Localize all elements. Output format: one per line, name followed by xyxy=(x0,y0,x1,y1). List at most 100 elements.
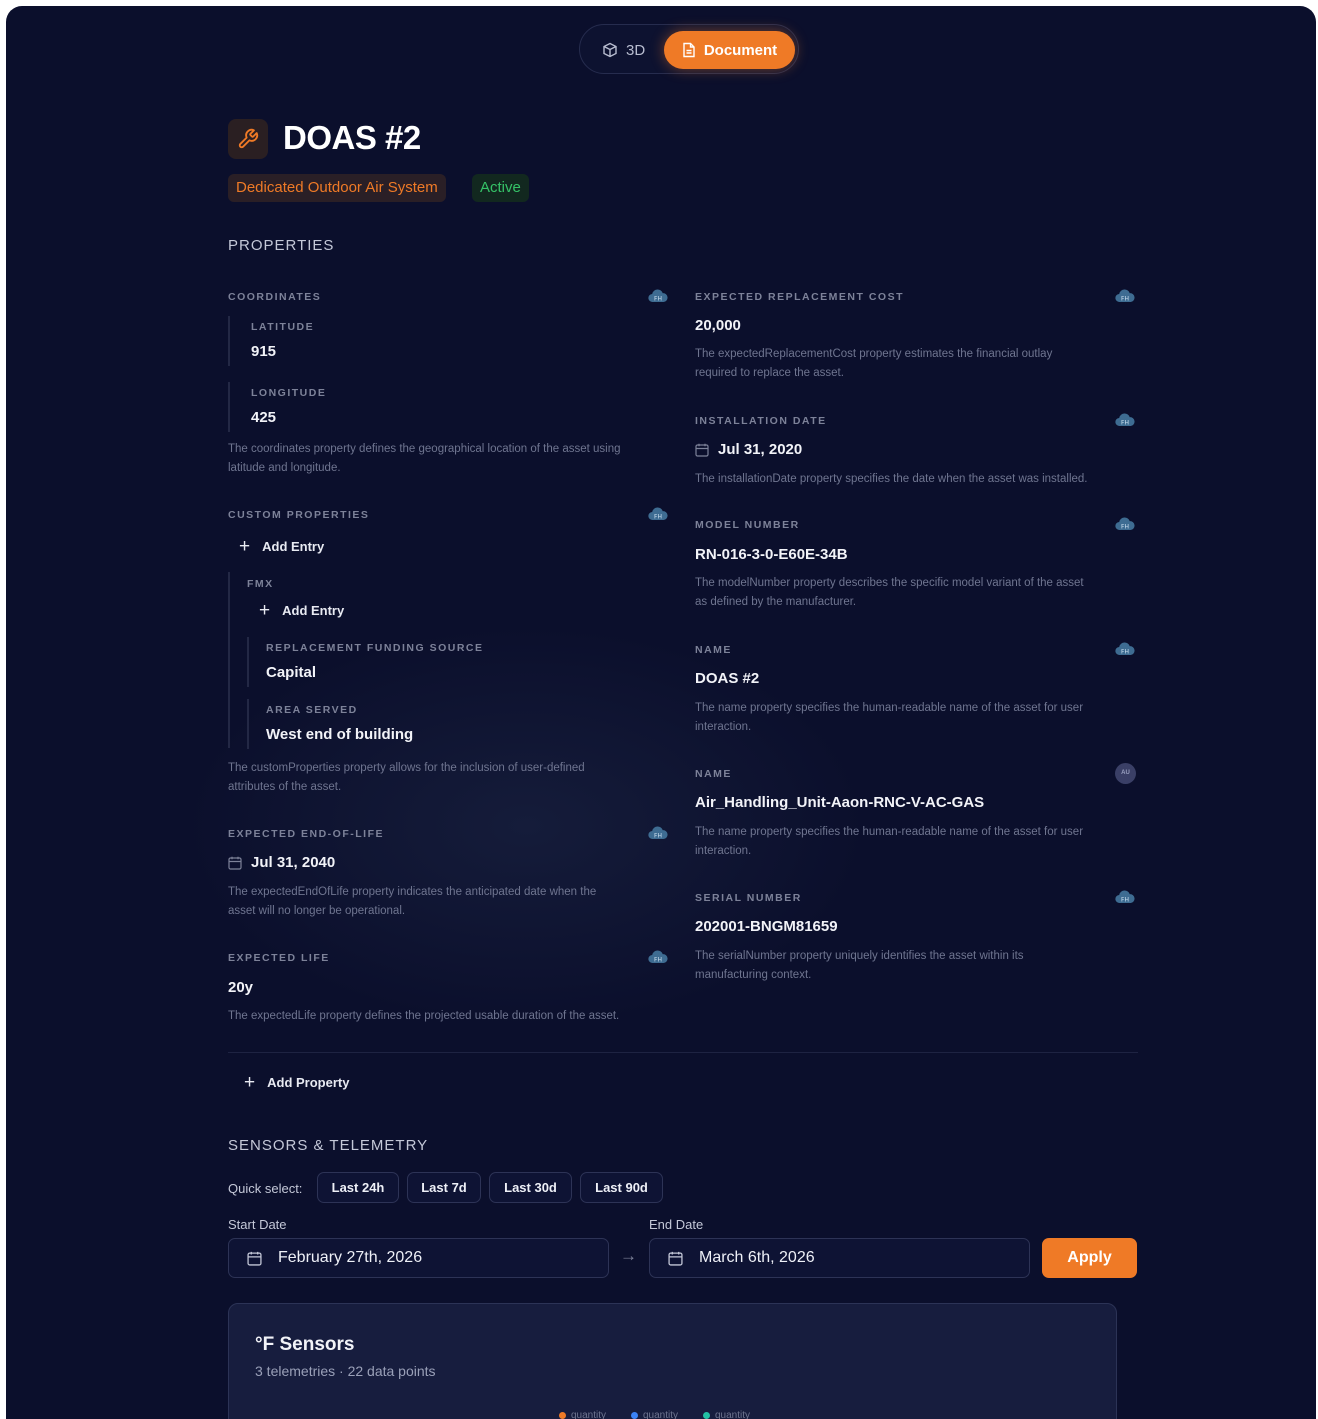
latitude-value: 915 xyxy=(251,343,277,360)
legend-item[interactable]: quantity xyxy=(631,1410,678,1419)
svg-text:FH: FH xyxy=(654,514,662,521)
arrow-right-icon: → xyxy=(620,1246,637,1265)
calendar-icon xyxy=(668,1251,683,1266)
installation-date-label: INSTALLATION DATE xyxy=(695,415,827,427)
cloud-icon[interactable]: FH xyxy=(647,825,669,841)
description-line: The installationDate property specifies … xyxy=(695,473,1088,485)
description-line: attributes of the asset. xyxy=(228,781,342,793)
fmx-add-entry-button[interactable]: + Add Entry xyxy=(259,601,344,620)
end-date-label: End Date xyxy=(649,1217,704,1232)
legend-label: quantity xyxy=(571,1410,607,1419)
status-badge: Active xyxy=(472,174,529,202)
description-line: The modelNumber property describes the s… xyxy=(695,577,1084,589)
sensors-section-title: SENSORS & TELEMETRY xyxy=(228,1137,429,1154)
installation-date-description: The installationDate property specifies … xyxy=(695,470,1088,489)
description-line: asset will no longer be operational. xyxy=(228,905,406,917)
add-entry-button[interactable]: + Add Entry xyxy=(239,537,324,556)
sensor-card-subtitle: 3 telemetries · 22 data points xyxy=(255,1363,436,1379)
legend-label: quantity xyxy=(643,1410,679,1419)
legend-dot xyxy=(631,1412,638,1419)
legend-item[interactable]: quantity xyxy=(559,1410,606,1419)
funding-source-value: Capital xyxy=(266,664,317,681)
description-line: The name property specifies the human-re… xyxy=(695,702,1084,714)
source-badge[interactable]: AU xyxy=(1115,763,1136,784)
custom-properties-description: The customProperties property allows for… xyxy=(228,759,585,797)
fmx-divider xyxy=(247,637,249,687)
plus-icon: + xyxy=(244,1072,256,1093)
serial-number-value: 202001-BNGM81659 xyxy=(695,918,838,935)
installation-date-value: Jul 31, 2020 xyxy=(718,441,803,458)
calendar-icon xyxy=(228,856,242,870)
cloud-icon[interactable]: FH xyxy=(1114,288,1136,304)
custom-properties-label: CUSTOM PROPERTIES xyxy=(228,509,370,521)
svg-text:FH: FH xyxy=(654,833,662,840)
serial-number-label: SERIAL NUMBER xyxy=(695,892,802,904)
cloud-icon[interactable]: FH xyxy=(1114,889,1136,905)
coordinates-description: The coordinates property defines the geo… xyxy=(228,440,621,478)
sensor-card: °F Sensors 3 telemetries · 22 data point… xyxy=(228,1303,1117,1419)
add-entry-label: Add Entry xyxy=(282,603,345,618)
end-date-value: March 6th, 2026 xyxy=(699,1249,815,1266)
fmx-label: FMX xyxy=(247,578,274,590)
longitude-label: LONGITUDE xyxy=(251,387,327,399)
view-3d-label: 3D xyxy=(626,41,646,59)
area-served-label: AREA SERVED xyxy=(266,704,358,716)
quick-select-7d[interactable]: Last 7d xyxy=(407,1172,481,1203)
view-3d-button[interactable]: 3D xyxy=(592,33,658,67)
start-date-label: Start Date xyxy=(228,1217,287,1232)
legend-label: quantity xyxy=(715,1410,751,1419)
description-line: The coordinates property defines the geo… xyxy=(228,443,621,455)
custom-properties-divider xyxy=(228,572,230,748)
calendar-icon xyxy=(695,443,709,457)
calendar-icon xyxy=(247,1251,262,1266)
svg-text:FH: FH xyxy=(1121,296,1129,303)
name-value: Air_Handling_Unit-Aaon-RNC-V-AC-GAS xyxy=(695,794,985,811)
name-label: NAME xyxy=(695,768,732,780)
view-toggle: 3D Document xyxy=(579,24,799,74)
description-line: as defined by the manufacturer. xyxy=(695,596,857,608)
cloud-icon[interactable]: FH xyxy=(1114,641,1136,657)
coordinates-divider xyxy=(228,382,230,432)
cloud-icon[interactable]: FH xyxy=(1114,412,1136,428)
legend-dot xyxy=(703,1412,710,1419)
view-document-button[interactable]: Document xyxy=(664,31,795,69)
cloud-icon[interactable]: FH xyxy=(647,506,669,522)
name-description: The name property specifies the human-re… xyxy=(695,699,1083,737)
description-line: The serialNumber property uniquely ident… xyxy=(695,950,1024,962)
legend-item[interactable]: quantity xyxy=(703,1410,750,1419)
serial-number-description: The serialNumber property uniquely ident… xyxy=(695,947,1024,985)
longitude-value: 425 xyxy=(251,409,277,426)
end-date-input[interactable]: March 6th, 2026 xyxy=(649,1238,1030,1278)
replacement-cost-value: 20,000 xyxy=(695,317,741,334)
svg-text:FH: FH xyxy=(1121,524,1129,531)
cloud-icon[interactable]: FH xyxy=(647,949,669,965)
sensor-card-title: °F Sensors xyxy=(255,1334,355,1355)
cloud-icon[interactable]: FH xyxy=(647,288,669,304)
properties-section-title: PROPERTIES xyxy=(228,237,335,254)
app-frame: 3D Document DOAS #2 Dedicated Outdoor Ai… xyxy=(6,6,1316,1419)
name-description: The name property specifies the human-re… xyxy=(695,823,1083,861)
add-property-button[interactable]: + Add Property xyxy=(244,1073,349,1092)
name-value: DOAS #2 xyxy=(695,670,760,687)
description-line: The expectedEndOfLife property indicates… xyxy=(228,886,597,898)
description-line: interaction. xyxy=(695,845,752,857)
add-entry-label: Add Entry xyxy=(262,539,325,554)
area-served-value: West end of building xyxy=(266,726,414,743)
svg-text:FH: FH xyxy=(1121,420,1129,427)
cloud-icon[interactable]: FH xyxy=(1114,516,1136,532)
description-line: manufacturing context. xyxy=(695,969,812,981)
expected-life-description: The expectedLife property defines the pr… xyxy=(228,1007,619,1026)
quick-select-30d[interactable]: Last 30d xyxy=(489,1172,572,1203)
description-line: interaction. xyxy=(695,721,752,733)
start-date-input[interactable]: February 27th, 2026 xyxy=(228,1238,609,1278)
quick-select-24h[interactable]: Last 24h xyxy=(317,1172,399,1203)
description-line: The customProperties property allows for… xyxy=(228,762,585,774)
quick-select-90d[interactable]: Last 90d xyxy=(580,1172,663,1203)
cube-icon xyxy=(603,42,617,58)
replacement-cost-description: The expectedReplacementCost property est… xyxy=(695,345,1052,383)
apply-button[interactable]: Apply xyxy=(1042,1238,1137,1278)
plus-icon: + xyxy=(239,536,251,557)
asset-type-badge: Dedicated Outdoor Air System xyxy=(228,174,446,202)
page-title: DOAS #2 xyxy=(283,119,421,156)
description-line: The expectedLife property defines the pr… xyxy=(228,1010,620,1022)
